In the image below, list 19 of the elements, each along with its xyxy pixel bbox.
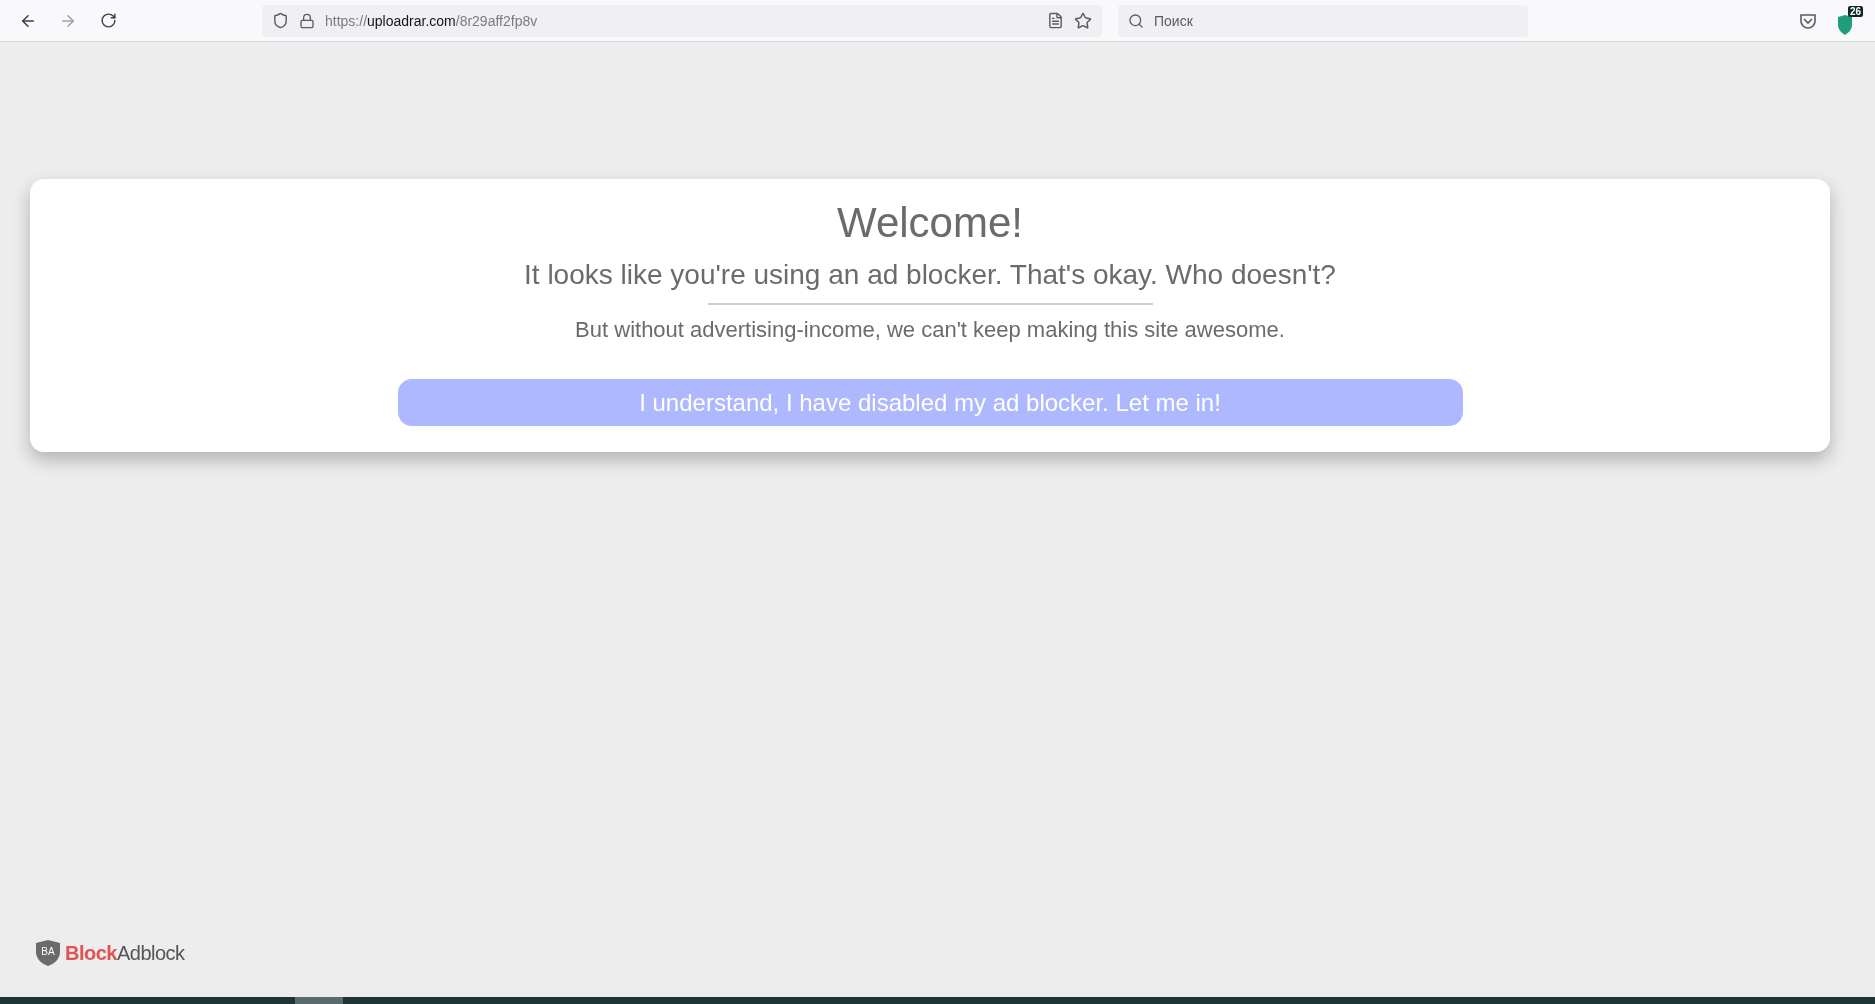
notice-message: But without advertising-income, we can't keep making this site awesome. [575, 317, 1285, 343]
shield-logo-icon: BA [35, 939, 61, 967]
search-input[interactable]: Поиск [1152, 11, 1518, 30]
notice-subtitle: It looks like you're using an ad blocker. That's okay. Who doesn't? [524, 259, 1336, 291]
reload-icon [99, 12, 117, 29]
reader-view-icon[interactable] [1047, 12, 1064, 29]
url-text: https://uploadrar.com/8r29aff2fp8v [325, 12, 539, 29]
extension-badge: 26 [1847, 5, 1863, 17]
search-icon [1128, 12, 1144, 29]
search-field[interactable]: Поиск [1118, 4, 1528, 37]
address-bar[interactable]: https://uploadrar.com/8r29aff2fp8v [262, 4, 1102, 37]
brand-name: BlockAdblock [65, 941, 185, 965]
lock-icon [299, 12, 315, 29]
shield-icon [1835, 13, 1855, 36]
welcome-title: Welcome! [837, 199, 1023, 247]
extension-button[interactable]: 26 [1835, 5, 1863, 36]
bookmark-star-icon[interactable] [1074, 11, 1092, 30]
shield-icon [272, 12, 289, 29]
pocket-icon[interactable] [1799, 11, 1817, 30]
